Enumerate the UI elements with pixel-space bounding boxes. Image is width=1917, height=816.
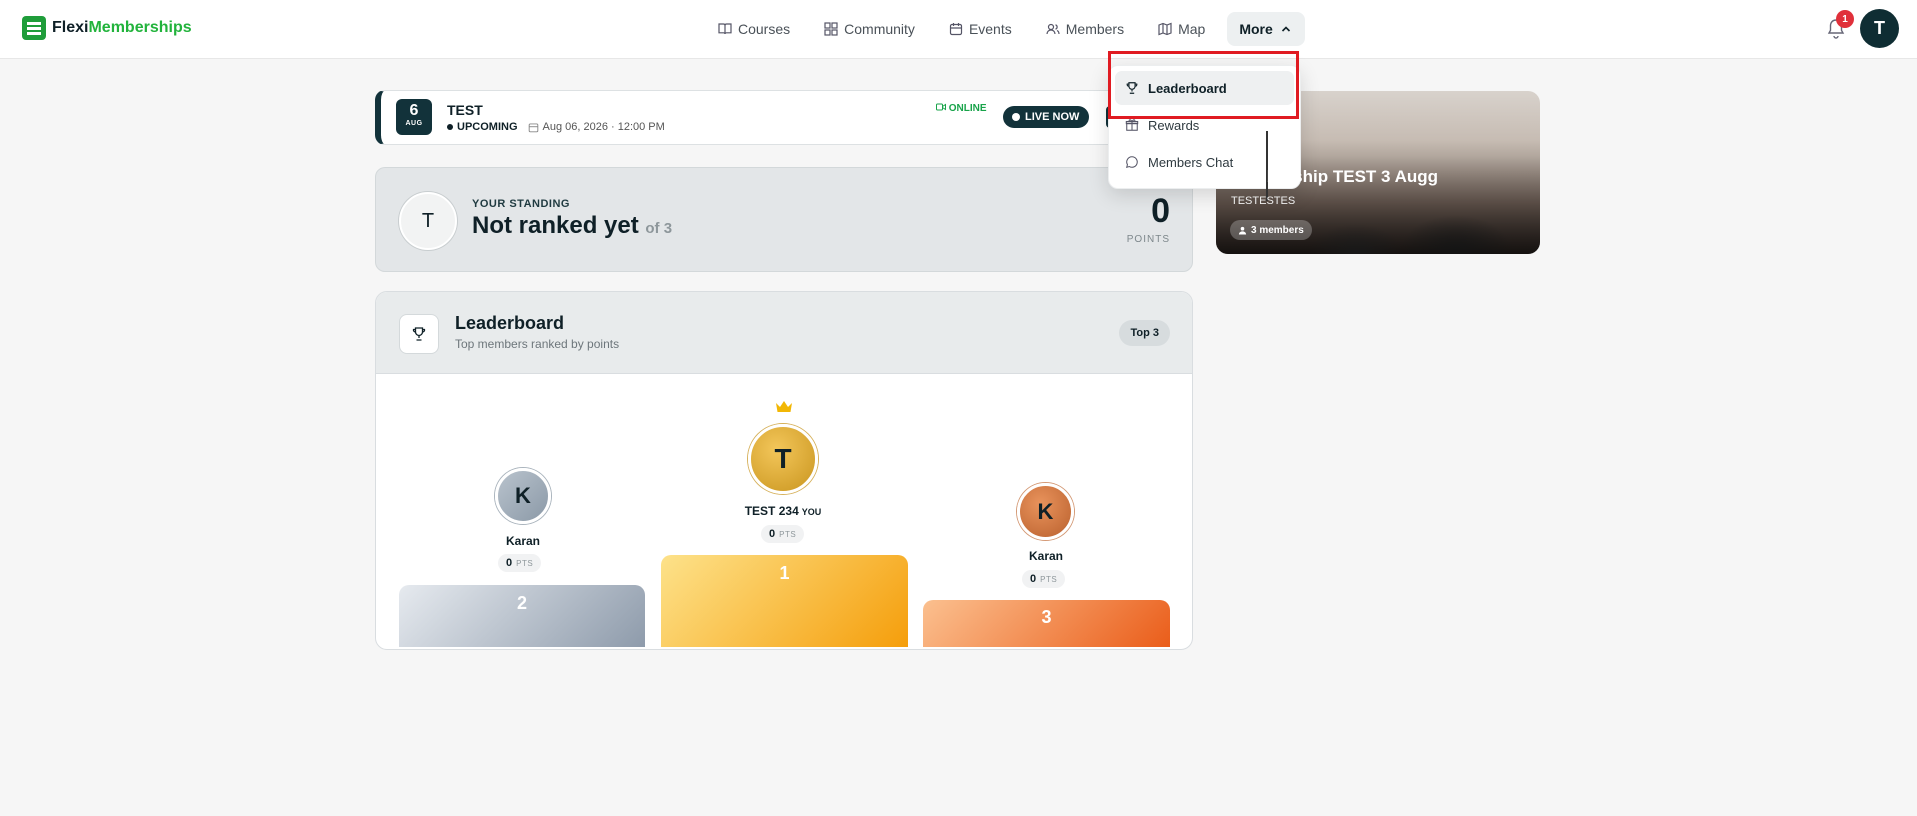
podium-rank-2nd: 2	[516, 593, 527, 613]
nav-community-label: Community	[844, 21, 915, 37]
calendar-icon	[949, 23, 963, 36]
podium-avatar-3rd: K	[1017, 483, 1074, 540]
standing-value: Not ranked yet of 3	[472, 212, 672, 240]
podium-points-1st: 0 PTS	[761, 525, 805, 543]
chevron-up-icon	[1281, 26, 1290, 32]
nav-events-label: Events	[968, 21, 1012, 37]
crown-icon	[776, 401, 792, 412]
podium-name-1st: TEST 234 YOU	[718, 504, 848, 518]
nav-map[interactable]: Map	[1146, 12, 1217, 46]
nav-courses-label: Courses	[738, 21, 791, 37]
nav-community[interactable]: Community	[812, 12, 927, 46]
nav-map-label: Map	[1178, 21, 1206, 37]
user-icon	[1238, 226, 1247, 235]
upcoming-event-card[interactable]: 6 AUG TEST UPCOMING Aug 06, 2026 · 12:00…	[375, 90, 1193, 145]
podium-points-2nd: 0 PTS	[498, 554, 542, 572]
nav-events[interactable]: Events	[937, 12, 1024, 46]
grid-icon	[824, 22, 838, 36]
map-icon	[1158, 22, 1172, 36]
user-avatar[interactable]: T	[1860, 9, 1899, 48]
group-subtitle: TESTESTES	[1231, 195, 1296, 207]
podium-points-1st-unit: PTS	[779, 529, 797, 539]
event-online-tag: ONLINE	[936, 103, 987, 114]
group-title: Membership TEST 3 Augg	[1228, 167, 1439, 186]
podium-block-3rd: 3	[923, 600, 1170, 647]
top-navbar: FlexiMemberships Courses Community Event…	[0, 0, 1917, 59]
podium-points-3rd-value: 0	[1030, 573, 1037, 585]
nav-members-label: Members	[1065, 21, 1125, 37]
standing-points: 0	[1151, 192, 1170, 230]
brand-logo[interactable]: FlexiMemberships	[22, 16, 192, 40]
podium-block-1st: 1	[661, 555, 908, 647]
nav-more[interactable]: More	[1227, 12, 1305, 46]
users-icon	[1046, 23, 1060, 35]
nav-more-label: More	[1239, 21, 1273, 37]
group-cover-image	[1266, 131, 1268, 201]
standing-label: YOUR STANDING	[472, 198, 570, 210]
standing-points-label: POINTS	[1126, 234, 1170, 245]
nav-courses[interactable]: Courses	[706, 12, 802, 46]
event-mode-label: ONLINE	[948, 103, 987, 114]
logo-icon	[22, 16, 46, 40]
podium-name-3rd: Karan	[1028, 549, 1063, 563]
menu-item-rewards-label: Rewards	[1148, 117, 1200, 133]
podium-rank-1st: 1	[779, 563, 790, 583]
podium-name-2nd: Karan	[505, 534, 540, 548]
event-title: TEST	[447, 102, 483, 118]
podium-points-2nd-unit: PTS	[516, 558, 534, 568]
notification-badge: 1	[1836, 10, 1854, 28]
event-day: 6	[409, 102, 419, 119]
leaderboard-card: Leaderboard Top members ranked by points…	[375, 291, 1193, 650]
event-status-label: UPCOMING	[457, 121, 518, 133]
standing-rank-text: Not ranked yet	[472, 212, 639, 239]
leaderboard-header: Leaderboard Top members ranked by points…	[376, 292, 1192, 374]
brand-name-part2: Memberships	[88, 19, 192, 36]
podium-avatar-1st: T	[748, 424, 818, 494]
leaderboard-title: Leaderboard	[455, 313, 565, 333]
you-badge: YOU	[801, 507, 822, 517]
podium-points-1st-value: 0	[769, 528, 776, 540]
podium-points-3rd: 0 PTS	[1022, 570, 1066, 588]
leaderboard-subtitle: Top members ranked by points	[455, 337, 620, 351]
standing-of-total: of 3	[645, 220, 673, 237]
trophy-icon	[1126, 82, 1138, 94]
brand-name-part1: Flexi	[52, 19, 89, 36]
podium-name-1st-text: TEST 234	[744, 504, 799, 518]
standing-avatar: T	[399, 192, 457, 250]
calendar-icon	[528, 122, 538, 132]
status-dot-icon	[447, 124, 453, 130]
event-status: UPCOMING	[447, 121, 518, 133]
leaderboard-top-badge: Top 3	[1119, 320, 1170, 346]
menu-item-leaderboard-label: Leaderboard	[1148, 80, 1227, 96]
nav-members[interactable]: Members	[1034, 12, 1136, 46]
video-icon	[936, 103, 946, 111]
your-standing-card: T YOUR STANDING Not ranked yet of 3 0 PO…	[375, 167, 1193, 272]
podium-rank-3rd: 3	[1041, 607, 1052, 627]
menu-item-leaderboard[interactable]: Leaderboard	[1115, 71, 1294, 105]
book-icon	[718, 23, 732, 35]
gift-icon	[1125, 119, 1139, 131]
trophy-icon	[399, 314, 439, 354]
event-datetime-label: Aug 06, 2026 · 12:00 PM	[542, 121, 665, 133]
group-members-count: 3 members	[1251, 224, 1304, 236]
podium-points-3rd-unit: PTS	[1040, 574, 1058, 584]
podium-points-2nd-value: 0	[506, 557, 513, 569]
chat-icon	[1126, 156, 1138, 168]
event-meta: UPCOMING Aug 06, 2026 · 12:00 PM	[447, 121, 665, 133]
live-now-button[interactable]: LIVE NOW	[1003, 106, 1090, 128]
main-nav: Courses Community Events Members Map Mor…	[706, 12, 1305, 46]
podium-avatar-2nd: K	[495, 468, 551, 524]
event-datetime: Aug 06, 2026 · 12:00 PM	[528, 121, 665, 133]
podium-block-2nd: 2	[399, 585, 645, 647]
group-members-badge: 3 members	[1230, 220, 1312, 240]
event-date-badge: 6 AUG	[396, 99, 432, 135]
menu-item-members-chat-label: Members Chat	[1148, 154, 1234, 170]
event-month: AUG	[405, 120, 423, 127]
